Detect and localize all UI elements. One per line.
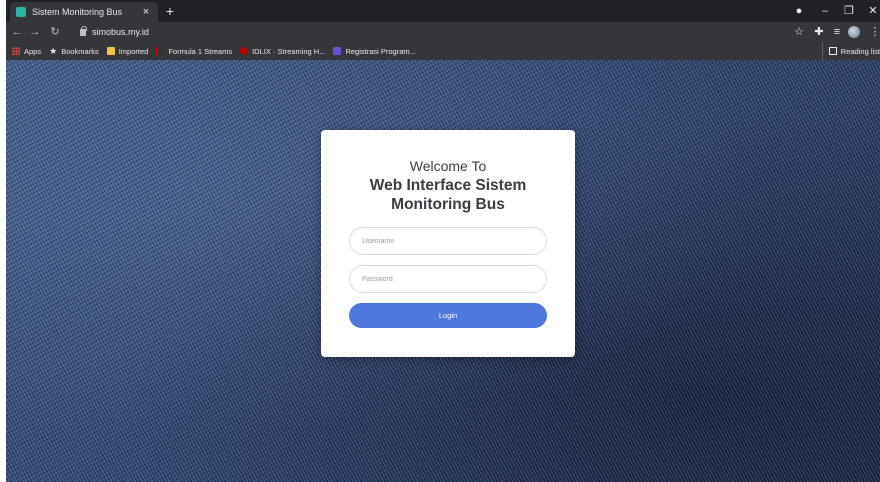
reload-icon[interactable]: ↻ xyxy=(48,24,62,40)
browser-toolbar: ← → ↻ simobus.my.id ☆ ✚ ≡ ⋮ xyxy=(6,22,880,42)
maximize-icon[interactable]: ❐ xyxy=(842,3,856,19)
close-window-icon[interactable]: ✕ xyxy=(866,3,880,19)
tab-strip: Sistem Monitoring Bus × + ● – ❐ ✕ xyxy=(6,0,880,22)
extensions-icon[interactable]: ✚ xyxy=(812,25,826,39)
welcome-text: Welcome To xyxy=(409,158,487,174)
password-input[interactable] xyxy=(349,265,547,293)
minimize-icon[interactable]: – xyxy=(818,3,832,19)
bookmark-label: Bookmarks xyxy=(61,46,99,56)
bookmark-label: Apps xyxy=(24,46,42,56)
tab-title: Sistem Monitoring Bus xyxy=(32,7,123,17)
site-favicon-icon xyxy=(16,7,26,17)
back-icon[interactable]: ← xyxy=(10,24,24,40)
bookmarks-bar: Apps ★ Bookmarks Imported Formula 1 Stre… xyxy=(6,42,880,60)
new-tab-button[interactable]: + xyxy=(162,3,178,19)
bookmark-star-icon[interactable]: ☆ xyxy=(792,25,806,39)
profile-circle-icon[interactable]: ● xyxy=(792,3,806,19)
star-icon: ★ xyxy=(49,46,58,56)
forward-icon[interactable]: → xyxy=(28,24,42,40)
registration-icon xyxy=(333,47,342,55)
browser-window: Sistem Monitoring Bus × + ● – ❐ ✕ ← → ↻ … xyxy=(6,0,880,482)
bookmark-idlix[interactable]: IDLIX · Streaming H... xyxy=(240,47,325,56)
bookmark-label: IDLIX · Streaming H... xyxy=(252,46,326,56)
bookmark-registrasi[interactable]: Registrasi Program... xyxy=(333,46,416,56)
url-text: simobus.my.id xyxy=(92,27,149,37)
bookmark-formula1[interactable]: Formula 1 Streams xyxy=(156,47,232,56)
reading-list-button[interactable]: Reading list xyxy=(821,42,880,60)
bookmark-label: Imported xyxy=(118,46,149,56)
reading-list-label: Reading list xyxy=(840,46,880,56)
tab-close-icon[interactable]: × xyxy=(140,6,152,18)
apps-grid-icon xyxy=(12,47,20,55)
reading-list-icon xyxy=(828,47,837,55)
lock-icon[interactable] xyxy=(80,25,87,36)
media-queue-icon[interactable]: ≡ xyxy=(830,25,844,39)
bookmark-apps[interactable]: Apps xyxy=(12,47,41,56)
bookmark-bookmarks[interactable]: ★ Bookmarks xyxy=(49,47,99,56)
menu-kebab-icon[interactable]: ⋮ xyxy=(868,25,880,39)
f1-icon xyxy=(156,47,165,55)
address-bar[interactable]: simobus.my.id xyxy=(74,24,786,40)
profile-avatar-icon[interactable] xyxy=(848,26,860,38)
login-card: Welcome To Web Interface Sistem Monitori… xyxy=(321,130,575,357)
login-button[interactable]: Login xyxy=(349,303,547,328)
bookmark-label: Registrasi Program... xyxy=(345,46,416,56)
browser-tab[interactable]: Sistem Monitoring Bus × xyxy=(10,2,158,22)
folder-icon xyxy=(106,47,115,55)
bookmark-label: Formula 1 Streams xyxy=(168,46,233,56)
bookmark-imported[interactable]: Imported xyxy=(106,46,149,56)
page-title-line-1: Web Interface Sistem xyxy=(369,177,527,194)
page-title-line-2: Monitoring Bus xyxy=(391,196,505,213)
idlix-icon xyxy=(240,47,249,55)
username-input[interactable] xyxy=(349,227,547,255)
page-background-denim: Welcome To Web Interface Sistem Monitori… xyxy=(6,60,880,482)
page-title: Web Interface Sistem Monitoring Bus xyxy=(321,176,575,214)
